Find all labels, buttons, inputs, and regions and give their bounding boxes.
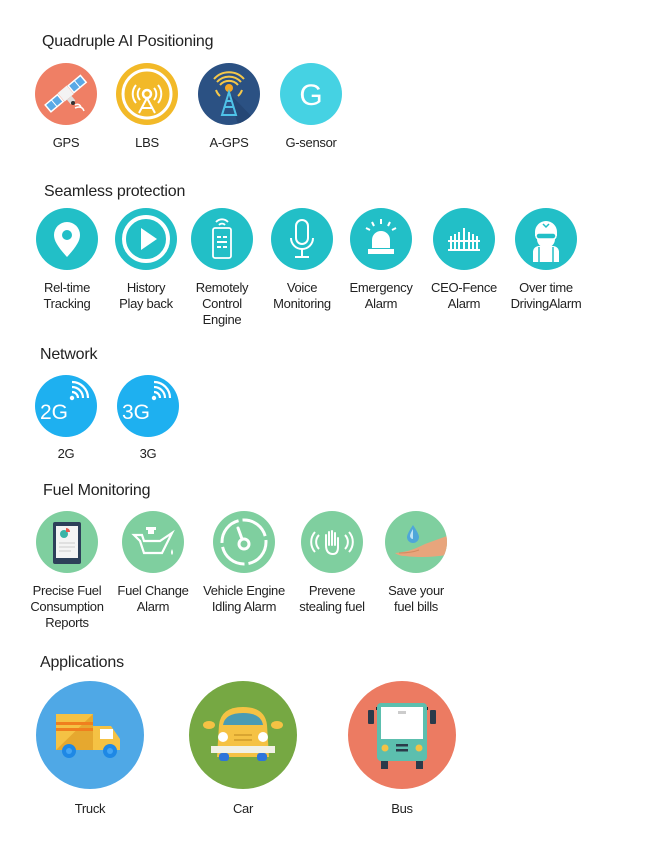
- location-pin-icon: [36, 208, 98, 270]
- fuel-consumption-reports: Precise Fuel Consumption Reports: [22, 511, 112, 631]
- feature-history-playback: History Play back: [110, 208, 182, 312]
- application-label: Car: [232, 801, 254, 816]
- network-label: 3G: [139, 446, 157, 461]
- application-bus: Bus: [348, 681, 456, 817]
- section-title-protection: Seamless protection: [44, 183, 186, 200]
- application-label: Truck: [74, 801, 106, 816]
- 2g-signal-icon: 2G: [35, 375, 97, 437]
- feature-label: Save your fuel bills: [388, 583, 444, 614]
- fuel-save-bills: Save your fuel bills: [378, 511, 454, 615]
- feature-label: Vehicle Engine Idling Alarm: [203, 583, 285, 614]
- feature-label: Emergency Alarm: [349, 280, 413, 311]
- feature-gps: GPS: [34, 63, 98, 151]
- feature-label: A-GPS: [209, 135, 249, 150]
- feature-realtime-tracking: Rel-time Tracking: [31, 208, 103, 312]
- feature-agps: A-GPS: [197, 63, 261, 151]
- play-icon: [115, 208, 177, 270]
- signal-tower-icon: [116, 63, 178, 125]
- section-title-applications: Applications: [40, 654, 124, 671]
- remote-control-icon: [191, 208, 253, 270]
- application-truck: Truck: [36, 681, 144, 817]
- idle-gauge-icon: [213, 511, 275, 573]
- antenna-tower-icon: [198, 63, 260, 125]
- section-title-fuel: Fuel Monitoring: [43, 482, 151, 499]
- g-letter-icon: G: [280, 63, 342, 125]
- oil-can-icon: [122, 511, 184, 573]
- feature-g-sensor: G G-sensor: [279, 63, 343, 151]
- feature-label: Remotely Control Engine: [195, 280, 249, 327]
- network-badge-text: 2G: [40, 401, 68, 424]
- feature-lbs: LBS: [115, 63, 179, 151]
- fence-icon: [433, 208, 495, 270]
- feature-label: Over time DrivingAlarm: [510, 280, 582, 311]
- fuel-prevent-stealing: Prevene stealing fuel: [290, 511, 374, 615]
- feature-label: History Play back: [119, 280, 173, 311]
- 3g-signal-icon: 3G: [117, 375, 179, 437]
- hand-drop-icon: [385, 511, 447, 573]
- network-3g: 3G 3G: [116, 375, 180, 462]
- section-title-positioning: Quadruple AI Positioning: [42, 33, 214, 50]
- stop-hand-icon: [301, 511, 363, 573]
- feature-overtime-driving-alarm: Over time DrivingAlarm: [506, 208, 586, 312]
- feature-remote-control: Remotely Control Engine: [186, 208, 258, 328]
- section-title-network: Network: [40, 346, 98, 363]
- microphone-icon: [271, 208, 333, 270]
- feature-label: LBS: [135, 135, 159, 150]
- feature-label: Fuel Change Alarm: [117, 583, 189, 614]
- application-car: Car: [189, 681, 297, 817]
- satellite-icon: [35, 63, 97, 125]
- network-2g: 2G 2G: [34, 375, 98, 462]
- application-label: Bus: [391, 801, 413, 816]
- tablet-report-icon: [36, 511, 98, 573]
- feature-voice-monitoring: Voice Monitoring: [264, 208, 340, 312]
- svg-text:G: G: [299, 79, 322, 112]
- network-label: 2G: [57, 446, 75, 461]
- feature-label: GPS: [52, 135, 80, 150]
- network-badge-text: 3G: [122, 401, 150, 424]
- feature-label: G-sensor: [285, 135, 337, 150]
- feature-label: Precise Fuel Consumption Reports: [30, 583, 104, 630]
- feature-label: Rel-time Tracking: [43, 280, 91, 311]
- siren-icon: [350, 208, 412, 270]
- truck-icon: [36, 681, 144, 789]
- feature-label: Prevene stealing fuel: [299, 583, 365, 614]
- driver-icon: [515, 208, 577, 270]
- feature-label: Voice Monitoring: [273, 280, 331, 311]
- feature-geofence-alarm: CEO-Fence Alarm: [424, 208, 504, 312]
- car-icon: [189, 681, 297, 789]
- bus-icon: [348, 681, 456, 789]
- feature-label: CEO-Fence Alarm: [431, 280, 497, 311]
- feature-emergency-alarm: Emergency Alarm: [343, 208, 419, 312]
- fuel-change-alarm: Fuel Change Alarm: [109, 511, 197, 615]
- fuel-engine-idling-alarm: Vehicle Engine Idling Alarm: [196, 511, 292, 615]
